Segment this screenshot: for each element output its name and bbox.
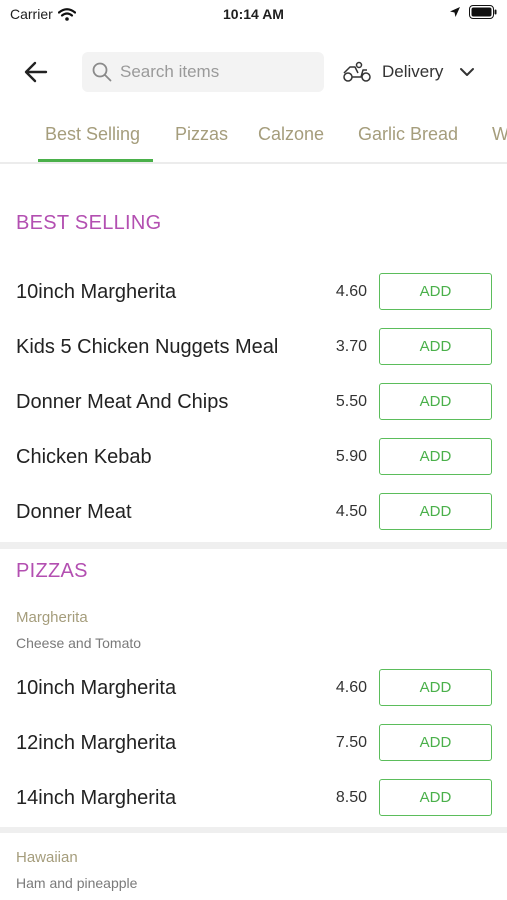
item-price: 7.50 xyxy=(335,734,367,751)
search-icon xyxy=(92,62,112,82)
item-price: 5.50 xyxy=(335,393,367,410)
tab-pizzas[interactable]: Pizzas xyxy=(175,124,228,145)
delivery-label: Delivery xyxy=(382,62,444,81)
item-name: Kids 5 Chicken Nuggets Meal xyxy=(16,336,279,358)
tab-best-selling[interactable]: Best Selling xyxy=(45,124,140,145)
item-price: 4.50 xyxy=(335,503,367,520)
add-button[interactable]: ADD xyxy=(379,493,492,530)
delivery-selector[interactable]: Delivery xyxy=(342,52,475,92)
section-divider xyxy=(0,542,507,549)
add-button[interactable]: ADD xyxy=(379,438,492,475)
add-button[interactable]: ADD xyxy=(379,669,492,706)
subgroup-title: Margherita xyxy=(16,609,88,626)
item-name: Chicken Kebab xyxy=(16,446,152,468)
tab-calzone[interactable]: Calzone xyxy=(258,124,324,145)
category-tabs: Best Selling Pizzas Calzone Garlic Bread… xyxy=(0,112,507,164)
group-divider xyxy=(0,827,507,833)
clock: 10:14 AM xyxy=(223,6,284,22)
tab-garlic-bread[interactable]: Garlic Bread xyxy=(358,124,458,145)
item-name: 14inch Margherita xyxy=(16,787,177,809)
active-tab-indicator xyxy=(38,159,153,162)
item-name: 12inch Margherita xyxy=(16,732,177,754)
menu-item-row: 12inch Margherita 7.50 ADD xyxy=(0,724,507,779)
add-button[interactable]: ADD xyxy=(379,273,492,310)
battery-icon xyxy=(469,5,497,19)
item-price: 5.90 xyxy=(335,448,367,465)
search-input[interactable] xyxy=(120,62,310,82)
status-icons xyxy=(449,5,497,19)
menu-item-row: Chicken Kebab 5.90 ADD xyxy=(0,438,507,493)
item-price: 3.70 xyxy=(335,338,367,355)
item-name: Donner Meat xyxy=(16,501,132,523)
subgroup-description: Cheese and Tomato xyxy=(16,635,142,651)
back-button[interactable] xyxy=(20,58,52,86)
item-name: 10inch Margherita xyxy=(16,281,177,303)
menu-item-row: 10inch Margherita 4.60 ADD xyxy=(0,273,507,328)
back-arrow-icon xyxy=(24,61,48,83)
menu-item-row: 10inch Margherita 4.60 ADD xyxy=(0,669,507,724)
section-title-best-selling: BEST SELLING xyxy=(16,212,162,234)
add-button[interactable]: ADD xyxy=(379,724,492,761)
item-price: 4.60 xyxy=(335,679,367,696)
scooter-icon xyxy=(343,61,371,82)
menu-item-row: Donner Meat 4.50 ADD xyxy=(0,493,507,548)
item-name: 10inch Margherita xyxy=(16,677,177,699)
add-button[interactable]: ADD xyxy=(379,779,492,816)
subgroup-title: Hawaiian xyxy=(16,849,78,866)
chevron-down-icon xyxy=(460,68,475,76)
item-name: Donner Meat And Chips xyxy=(16,391,229,413)
menu-item-row: Donner Meat And Chips 5.50 ADD xyxy=(0,383,507,438)
item-price: 4.60 xyxy=(335,283,367,300)
subgroup-description: Ham and pineapple xyxy=(16,875,138,891)
menu-item-row: Kids 5 Chicken Nuggets Meal 3.70 ADD xyxy=(0,328,507,383)
status-bar: Carrier 10:14 AM xyxy=(0,0,507,30)
section-title-pizzas: PIZZAS xyxy=(16,560,88,582)
menu-item-row: 14inch Margherita 8.50 ADD xyxy=(0,779,507,834)
search-box[interactable] xyxy=(82,52,324,92)
tab-partial[interactable]: W xyxy=(492,124,507,145)
add-button[interactable]: ADD xyxy=(379,328,492,365)
add-button[interactable]: ADD xyxy=(379,383,492,420)
location-arrow-icon xyxy=(450,7,460,17)
item-price: 8.50 xyxy=(335,789,367,806)
